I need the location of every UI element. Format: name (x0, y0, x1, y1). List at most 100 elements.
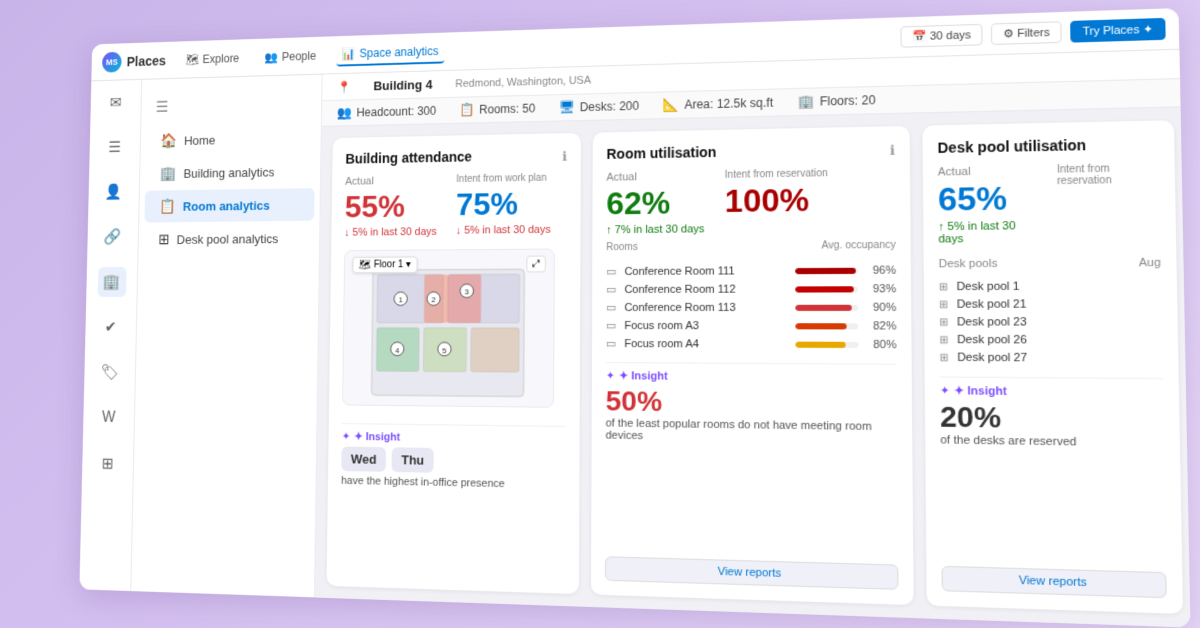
building-location: Redmond, Washington, USA (455, 74, 591, 89)
list-item: ⊞ Desk pool 26 (939, 334, 1162, 347)
thu-badge: Thu (392, 448, 434, 473)
nav-building-analytics[interactable]: 🏢 Building analytics (145, 155, 315, 190)
room-bar-wrap (795, 341, 858, 347)
info-icon[interactable]: ℹ (562, 149, 567, 165)
cards-row: Building attendance ℹ Actual 55% ↓ 5% in… (315, 106, 1190, 627)
actual-metric: Actual 55% ↓ 5% in last 30 days (344, 175, 437, 239)
room-bar (795, 323, 847, 329)
nav-explore[interactable]: 🗺 Explore (180, 47, 245, 70)
floors-stat: 🏢 Floors: 20 (798, 92, 876, 110)
room-bar-wrap (795, 323, 858, 329)
room-bar-wrap (795, 286, 858, 292)
sidebar-places-icon[interactable]: 🏢 (97, 267, 126, 297)
desks-icon: 🖥 (559, 100, 575, 116)
desk-pools-label: Desk pools (939, 258, 998, 271)
floor-selector[interactable]: 🗺 Floor 1 ▾ (352, 257, 417, 274)
desk-pool-insight-text: of the desks are reserved (940, 434, 1164, 450)
attendance-metrics: Actual 55% ↓ 5% in last 30 days Intent f… (344, 172, 567, 238)
room-utilisation-insight: ✦ ✦ Insight 50% of the least popular roo… (606, 362, 898, 446)
svg-text:2: 2 (431, 296, 435, 305)
room-actual-trend: ↑ 7% in last 30 days (606, 223, 704, 236)
room-row-icon: ▭ (606, 337, 616, 350)
room-actual-metric: Actual 62% ↑ 7% in last 30 days (606, 170, 704, 236)
desks-stat: 🖥 Desks: 200 (559, 98, 639, 116)
room-metrics: Actual 62% ↑ 7% in last 30 days Intent f… (606, 167, 895, 236)
sidebar-menu-icon[interactable]: ☰ (100, 132, 129, 162)
sidebar-word-icon[interactable]: W (94, 403, 123, 434)
room-bar-wrap (795, 267, 858, 273)
desk-icon: ⊞ (158, 231, 170, 248)
desk-pool-icon: ⊞ (939, 317, 948, 328)
desk-pool-title: Desk pool utilisation (937, 135, 1158, 156)
svg-text:5: 5 (442, 346, 446, 355)
room-actual-value: 62% (606, 185, 704, 221)
list-item: ⊞ Desk pool 21 (939, 298, 1162, 311)
table-row: ▭ Focus room A3 82% (606, 319, 897, 333)
sidebar-org-icon[interactable]: 🔗 (98, 222, 127, 252)
rooms-icon: 📋 (459, 102, 475, 118)
building-name: Building 4 (373, 77, 432, 93)
room-bar (795, 267, 855, 273)
desk-pool-icon: ⊞ (939, 352, 948, 364)
room-intent-metric: Intent from reservation 100% (725, 168, 828, 235)
left-panel: ☰ 🏠 Home 🏢 Building analytics 📋 Room ana… (131, 75, 322, 598)
nav-space-analytics[interactable]: 📊 Space analytics (336, 40, 444, 66)
rooms-stat: 📋 Rooms: 50 (459, 101, 535, 118)
desk-pool-list: ⊞ Desk pool 1 ⊞ Desk pool 21 ⊞ Desk pool… (939, 280, 1163, 365)
room-info-icon[interactable]: ℹ (890, 142, 895, 158)
building-attendance-card: Building attendance ℹ Actual 55% ↓ 5% in… (326, 133, 580, 594)
room-insight-value: 50% (606, 386, 898, 421)
building-attendance-title: Building attendance (345, 149, 472, 167)
aug-label: Aug (1139, 257, 1161, 270)
desk-pool-icon: ⊞ (939, 281, 948, 292)
nav-desk-pool-analytics[interactable]: ⊞ Desk pool analytics (144, 222, 314, 256)
room-list: ▭ Conference Room 111 96% ▭ Conference R… (606, 264, 897, 352)
room-utilisation-title: Room utilisation (606, 144, 716, 162)
table-row: ▭ Conference Room 113 90% (606, 301, 896, 314)
try-places-button[interactable]: Try Places ✦ (1070, 18, 1165, 43)
sidebar-people-icon[interactable]: 👤 (99, 177, 128, 207)
nav-people[interactable]: 👥 People (259, 45, 322, 68)
list-item: ⊞ Desk pool 27 (939, 352, 1162, 366)
list-item: ⊞ Desk pool 1 (939, 280, 1161, 293)
room-insight-text: of the least popular rooms do not have m… (606, 417, 898, 446)
sidebar-tag-icon[interactable]: 🏷 (95, 357, 124, 387)
desk-pool-view-reports-button[interactable]: View reports (941, 566, 1166, 598)
hamburger-menu[interactable]: ☰ (141, 86, 321, 124)
floor-map: 🗺 Floor 1 ▾ ⤢ (342, 249, 555, 408)
content-area: 📍 Building 4 Redmond, Washington, USA 👥 … (315, 50, 1190, 628)
room-intent-value: 100% (725, 182, 828, 219)
main-layout: ✉ ☰ 👤 🔗 🏢 ✔ 🏷 W ⊞ ☰ 🏠 Home 🏢 Building an… (79, 50, 1190, 628)
room-row-icon: ▭ (606, 283, 616, 296)
table-row: ▭ Focus room A4 80% (606, 337, 897, 351)
insight-text: have the highest in-office presence (341, 475, 565, 491)
sidebar-check-icon[interactable]: ✔ (96, 312, 125, 342)
room-utilisation-card: Room utilisation ℹ Actual 62% ↑ 7% in la… (591, 126, 914, 605)
room-list-header: Rooms Avg. occupancy (606, 240, 896, 253)
nav-home[interactable]: 🏠 Home (146, 121, 316, 157)
desk-pool-icon: ⊞ (939, 334, 948, 345)
floors-icon: 🏢 (798, 94, 815, 111)
nav-room-analytics[interactable]: 📋 Room analytics (144, 188, 314, 222)
room-view-reports-button[interactable]: View reports (605, 556, 898, 590)
sidebar-mail-icon[interactable]: ✉ (101, 88, 130, 118)
desk-pool-insight: ✦ ✦ Insight 20% of the desks are reserve… (940, 377, 1164, 450)
headcount-stat: 👥 Headcount: 300 (337, 103, 437, 121)
table-row: ▭ Conference Room 111 96% (606, 264, 896, 279)
headcount-icon: 👥 (337, 105, 352, 121)
sidebar-grid-icon[interactable]: ⊞ (93, 448, 122, 479)
svg-text:3: 3 (465, 288, 469, 297)
intent-trend: ↓ 5% in last 30 days (456, 224, 551, 237)
wed-badge: Wed (341, 447, 386, 472)
floor-map-svg: 2 3 1 4 5 (343, 250, 554, 407)
svg-text:4: 4 (395, 346, 399, 355)
desk-pool-icon: ⊞ (939, 299, 948, 310)
content-inner: 📍 Building 4 Redmond, Washington, USA 👥 … (315, 50, 1190, 628)
svg-text:1: 1 (399, 296, 403, 305)
logo-icon: MS (102, 51, 122, 72)
actual-trend: ↓ 5% in last 30 days (344, 226, 436, 239)
room-bar (795, 304, 852, 310)
filters-button[interactable]: ⚙ Filters (991, 21, 1062, 45)
expand-button[interactable]: ⤢ (526, 256, 546, 273)
date-range-button[interactable]: 📅 30 days (900, 24, 982, 48)
